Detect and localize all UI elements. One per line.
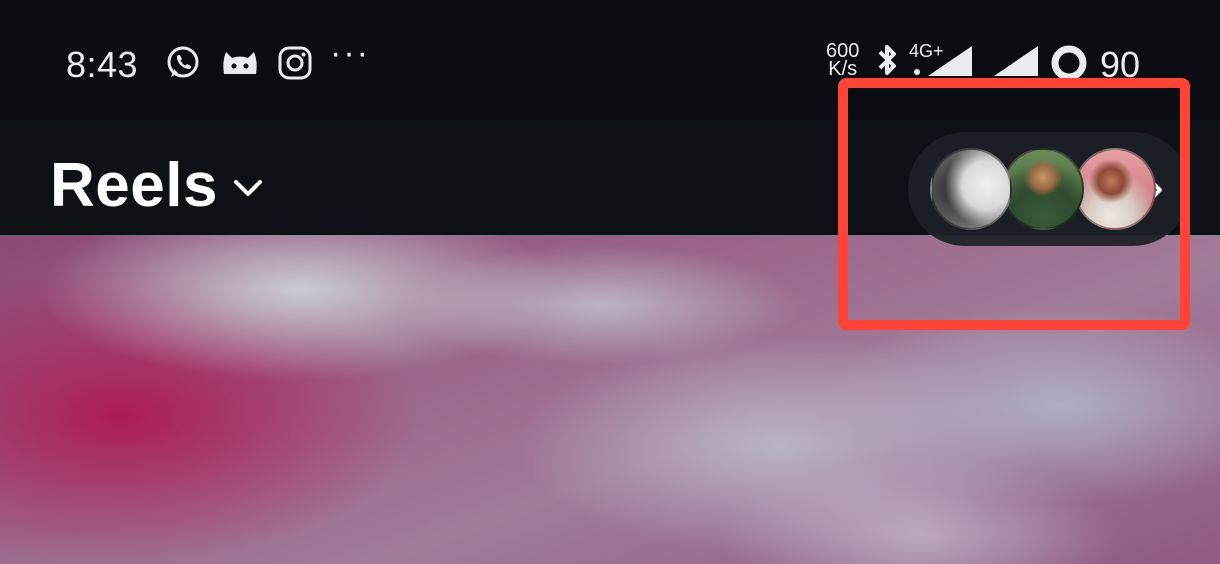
instagram-icon	[276, 44, 314, 82]
status-time: 8:43	[66, 44, 139, 85]
avatar-1[interactable]	[930, 148, 1012, 230]
cat-app-icon	[220, 44, 258, 82]
chevron-down-icon[interactable]	[232, 178, 264, 203]
whatsapp-icon	[164, 44, 202, 82]
network-speed-unit: K/s	[828, 58, 858, 80]
avatar-3[interactable]	[1074, 148, 1156, 230]
avatar-2[interactable]	[1002, 148, 1084, 230]
more-notifications-icon: ···	[330, 34, 370, 72]
bluetooth-icon	[872, 40, 910, 78]
network-speed: 600 K/s	[826, 41, 859, 80]
page-title[interactable]: Reels	[50, 150, 218, 221]
